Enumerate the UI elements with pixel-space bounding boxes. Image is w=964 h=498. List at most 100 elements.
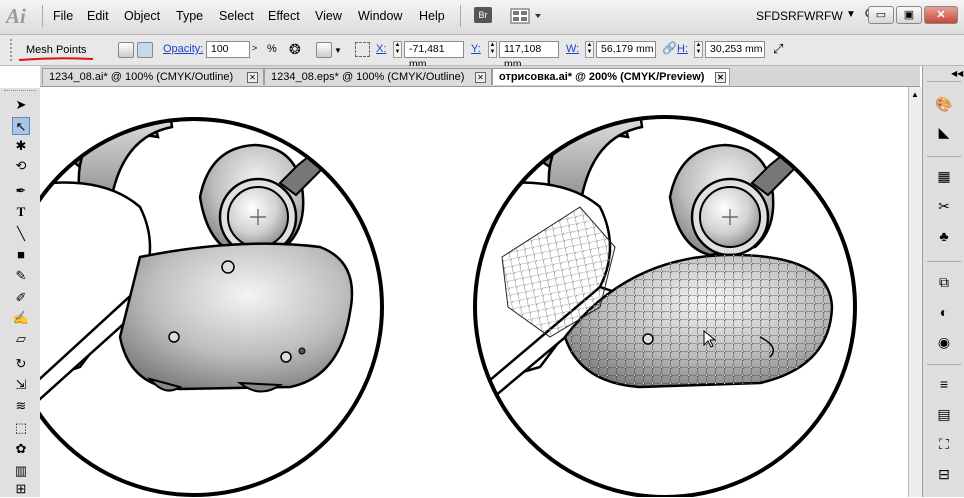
x-field[interactable]: -71,481 mm: [404, 41, 464, 70]
app-logo: Ai: [6, 4, 26, 28]
menu-file[interactable]: File: [53, 9, 73, 23]
lasso-tool-icon[interactable]: ⟲: [12, 157, 30, 175]
align-panel-icon[interactable]: ⛶: [934, 434, 954, 454]
divider: [42, 5, 43, 27]
menu-edit[interactable]: Edit: [87, 9, 109, 23]
illustration-right: [475, 117, 834, 418]
menu-object[interactable]: Object: [124, 9, 160, 23]
layers-panel-icon[interactable]: ◉: [934, 332, 954, 352]
restore-button[interactable]: ▣: [896, 6, 922, 24]
divider: [927, 364, 961, 365]
reference-point-icon[interactable]: [355, 42, 370, 57]
menu-window[interactable]: Window: [358, 9, 402, 23]
blob-brush-tool-icon[interactable]: ✍: [12, 309, 30, 327]
y-field[interactable]: 117,108 mm: [499, 41, 559, 70]
transform-icon[interactable]: ⤢: [773, 41, 783, 57]
warp-tool-icon[interactable]: ≋: [12, 397, 30, 415]
panel-dock: ◀◀ 🎨 ◣ ▦ ✂ ♣ ⧉ ◐ ◉ ≡ ▤ ⛶ ⊟: [922, 66, 964, 497]
minimize-button[interactable]: ▭: [868, 6, 894, 24]
close-button[interactable]: ✕: [924, 6, 958, 24]
divider: [460, 5, 461, 27]
scroll-up-icon[interactable]: ▲: [911, 90, 919, 99]
line-tool-icon[interactable]: ╲: [12, 225, 30, 243]
align-icon[interactable]: [316, 42, 332, 58]
menu-effect[interactable]: Effect: [268, 9, 300, 23]
opacity-label[interactable]: Opacity:: [163, 43, 203, 55]
divider: [927, 81, 961, 82]
tab-label: отрисовка.ai* @ 200% (CMYK/Preview): [499, 71, 705, 83]
symbol-sprayer-tool-icon[interactable]: ✿: [12, 440, 30, 458]
tab-1234-08-ai[interactable]: 1234_08.ai* @ 100% (CMYK/Outline) ✕: [42, 68, 264, 85]
menu-help[interactable]: Help: [419, 9, 445, 23]
chevron-down-icon[interactable]: ▼: [334, 46, 342, 55]
mesh-patch-icon[interactable]: [137, 42, 153, 58]
opacity-field[interactable]: 100: [206, 41, 250, 58]
divider: [927, 261, 961, 262]
swatches-panel-icon[interactable]: ▦: [934, 166, 954, 186]
free-transform-tool-icon[interactable]: ⬚: [12, 419, 30, 437]
tab-otrisovka-ai[interactable]: отрисовка.ai* @ 200% (CMYK/Preview) ✕: [492, 68, 730, 85]
menu-view[interactable]: View: [315, 9, 342, 23]
grip-icon: [4, 90, 36, 94]
arrange-documents-icon[interactable]: [510, 8, 544, 24]
type-tool-icon[interactable]: T: [12, 203, 30, 221]
pen-tool-icon[interactable]: ✒: [12, 182, 30, 200]
opacity-dropdown-icon[interactable]: >: [252, 43, 257, 53]
bridge-button[interactable]: Br: [474, 7, 492, 23]
control-bar: Mesh Points Opacity: 100 > % ❂ ▼ X: ▲ ▼ -…: [0, 35, 964, 70]
gradient-panel-icon[interactable]: ▤: [934, 404, 954, 424]
graph-tool-icon[interactable]: ▥: [12, 462, 30, 480]
tab-1234-08-eps[interactable]: 1234_08.eps* @ 100% (CMYK/Outline) ✕: [264, 68, 492, 85]
grip-icon: [10, 39, 15, 61]
divider: [927, 156, 961, 157]
eraser-tool-icon[interactable]: ▱: [12, 330, 30, 348]
document-tabs: 1234_08.ai* @ 100% (CMYK/Outline) ✕ 1234…: [40, 66, 920, 87]
close-icon[interactable]: ✕: [715, 72, 726, 83]
selection-tool-icon[interactable]: ➤: [12, 96, 30, 114]
rectangle-tool-icon[interactable]: ■: [12, 246, 30, 264]
rotate-tool-icon[interactable]: ↻: [12, 355, 30, 373]
width-stepper[interactable]: ▲ ▼: [585, 41, 594, 58]
mesh-tool-icon[interactable]: ⊞: [12, 480, 30, 498]
tab-label: 1234_08.eps* @ 100% (CMYK/Outline): [271, 71, 465, 83]
color-panel-icon[interactable]: 🎨: [934, 94, 954, 114]
y-stepper[interactable]: ▲ ▼: [488, 41, 497, 58]
height-stepper[interactable]: ▲ ▼: [694, 41, 703, 58]
x-label[interactable]: X:: [376, 43, 386, 55]
direct-selection-tool-icon[interactable]: ↖: [12, 117, 30, 135]
workspace-switcher[interactable]: SFDSRFWRFW: [756, 9, 843, 23]
tab-label: 1234_08.ai* @ 100% (CMYK/Outline): [49, 71, 234, 83]
brushes-panel-icon[interactable]: ✂: [934, 196, 954, 216]
close-icon[interactable]: ✕: [247, 72, 258, 83]
artwork: [40, 115, 857, 497]
red-underline-mark: [18, 57, 94, 61]
graphic-styles-panel-icon[interactable]: ⧉: [934, 272, 954, 292]
symbols-panel-icon[interactable]: ♣: [934, 226, 954, 246]
illustration-left: [40, 119, 354, 418]
height-field[interactable]: 30,253 mm: [705, 41, 765, 58]
pathfinder-panel-icon[interactable]: ⊟: [934, 464, 954, 484]
recolor-icon[interactable]: ❂: [289, 41, 301, 58]
magic-wand-tool-icon[interactable]: ✱: [12, 137, 30, 155]
paintbrush-tool-icon[interactable]: ✎: [12, 267, 30, 285]
close-icon[interactable]: ✕: [475, 72, 486, 83]
scale-tool-icon[interactable]: ⇲: [12, 376, 30, 394]
menu-type[interactable]: Type: [176, 9, 203, 23]
pencil-tool-icon[interactable]: ✐: [12, 289, 30, 307]
link-icon[interactable]: 🔗: [662, 41, 677, 55]
appearance-panel-icon[interactable]: ◐: [934, 302, 954, 322]
width-label[interactable]: W:: [566, 43, 579, 55]
color-guide-panel-icon[interactable]: ◣: [934, 122, 954, 142]
menu-select[interactable]: Select: [219, 9, 254, 23]
artboard-canvas[interactable]: [40, 87, 908, 497]
opacity-unit: %: [267, 43, 277, 55]
expand-panels-icon[interactable]: ◀◀: [951, 69, 963, 78]
height-label[interactable]: H:: [677, 43, 688, 55]
mesh-point-icon[interactable]: [118, 42, 134, 58]
vertical-scrollbar[interactable]: ▲: [908, 87, 923, 497]
x-stepper[interactable]: ▲ ▼: [393, 41, 402, 58]
width-field[interactable]: 56,179 mm: [596, 41, 656, 58]
chevron-down-icon[interactable]: ▼: [846, 9, 856, 20]
stroke-panel-icon[interactable]: ≡: [934, 374, 954, 394]
y-label[interactable]: Y:: [471, 43, 481, 55]
